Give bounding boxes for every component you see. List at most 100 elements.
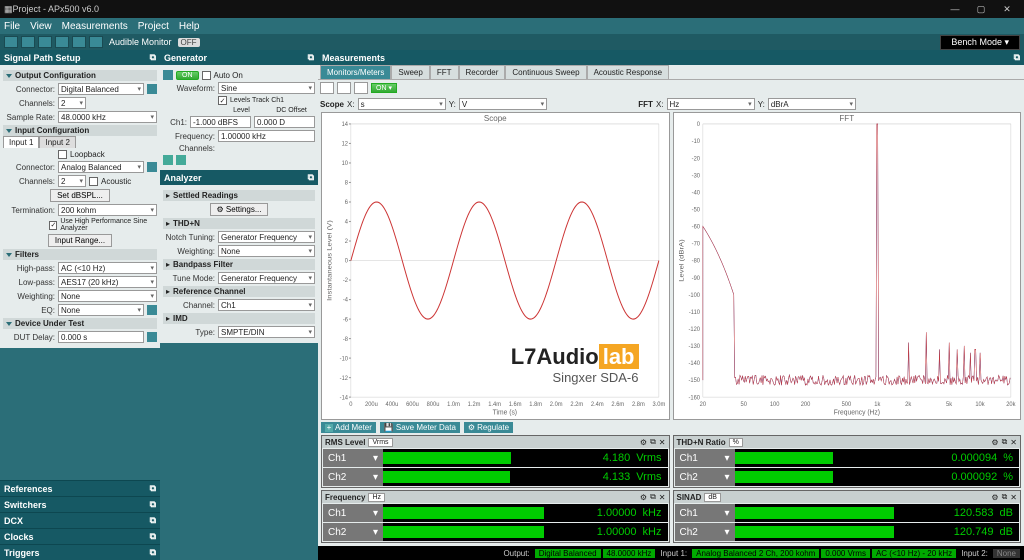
- maximize-button[interactable]: ▢: [968, 4, 994, 15]
- measure-icon[interactable]: [147, 332, 157, 342]
- references-panel[interactable]: References⧉: [0, 480, 160, 496]
- rms-unit-select[interactable]: Vrms: [368, 438, 392, 447]
- termination-select[interactable]: 200 kohm: [58, 204, 157, 216]
- minimize-button[interactable]: —: [942, 4, 968, 14]
- hp-sine-checkbox[interactable]: ✓: [49, 221, 57, 230]
- regulate-button[interactable]: ⚙Regulate: [464, 422, 513, 433]
- gear-icon[interactable]: [147, 84, 157, 94]
- weighting-select[interactable]: None: [58, 290, 157, 302]
- popout-icon[interactable]: ⧉: [308, 52, 314, 63]
- ch1-dc-input[interactable]: 0.000 D: [254, 116, 315, 128]
- auto-on-checkbox[interactable]: [202, 71, 211, 80]
- imd-header[interactable]: ▸IMD: [163, 313, 315, 324]
- ch1-level-input[interactable]: -1.000 dBFS: [190, 116, 251, 128]
- tool-icon[interactable]: [320, 82, 334, 94]
- filters-header[interactable]: Filters: [3, 249, 157, 260]
- scope-y-unit[interactable]: V: [459, 98, 547, 110]
- ch-enable-icon[interactable]: [163, 155, 173, 165]
- close-icon[interactable]: ✕: [1010, 438, 1017, 447]
- levels-track-checkbox[interactable]: ✓: [218, 96, 227, 105]
- frequency-input[interactable]: 1.00000 kHz: [218, 130, 315, 142]
- tab-acoustic[interactable]: Acoustic Response: [587, 65, 669, 79]
- channel-select[interactable]: Ch1: [218, 299, 315, 311]
- menu-project[interactable]: Project: [138, 21, 169, 32]
- gear-icon[interactable]: [147, 162, 157, 172]
- sinad-unit-select[interactable]: dB: [704, 493, 721, 502]
- freq-unit-select[interactable]: Hz: [368, 493, 385, 502]
- waveform-select[interactable]: Sine: [218, 82, 315, 94]
- tool-open-icon[interactable]: [21, 36, 35, 48]
- input-range-button[interactable]: Input Range...: [48, 234, 112, 247]
- gen-power-icon[interactable]: [163, 70, 173, 80]
- refch-header[interactable]: ▸Reference Channel: [163, 286, 315, 297]
- tool-icon[interactable]: [337, 82, 351, 94]
- tool-redo-icon[interactable]: [72, 36, 86, 48]
- gear-icon[interactable]: ⚙: [640, 493, 647, 502]
- popout-icon[interactable]: ⧉: [650, 492, 656, 502]
- menu-file[interactable]: File: [4, 21, 20, 32]
- output-channels-select[interactable]: 2: [58, 97, 86, 109]
- tab-fft[interactable]: FFT: [430, 65, 459, 79]
- tune-select[interactable]: Generator Frequency: [218, 272, 315, 284]
- lowpass-select[interactable]: AES17 (20 kHz): [58, 276, 157, 288]
- thdn-unit-select[interactable]: %: [729, 438, 743, 447]
- popout-icon[interactable]: ⧉: [1002, 437, 1008, 447]
- audible-monitor-toggle[interactable]: OFF: [178, 38, 200, 47]
- tab-recorder[interactable]: Recorder: [459, 65, 506, 79]
- run-button[interactable]: ON ▾: [371, 83, 397, 93]
- browse-icon[interactable]: [147, 305, 157, 315]
- generator-on-toggle[interactable]: ON: [176, 71, 199, 80]
- tab-contsweep[interactable]: Continuous Sweep: [505, 65, 586, 79]
- eq-select[interactable]: None: [58, 304, 144, 316]
- fft-y-unit[interactable]: dBrA: [768, 98, 856, 110]
- tab-input1[interactable]: Input 1: [3, 136, 39, 148]
- dut-delay-input[interactable]: 0.000 s: [58, 331, 144, 343]
- highpass-select[interactable]: AC (<10 Hz): [58, 262, 157, 274]
- dut-header[interactable]: Device Under Test: [3, 318, 157, 329]
- triggers-panel[interactable]: Triggers⧉: [0, 544, 160, 560]
- fft-x-unit[interactable]: Hz: [667, 98, 755, 110]
- imd-type-select[interactable]: SMPTE/DIN: [218, 326, 315, 338]
- notch-select[interactable]: Generator Frequency: [218, 231, 315, 243]
- tool-icon[interactable]: [354, 82, 368, 94]
- tab-monitors[interactable]: Monitors/Meters: [320, 65, 391, 79]
- settled-header[interactable]: ▸Settled Readings: [163, 190, 315, 201]
- tab-sweep[interactable]: Sweep: [391, 65, 429, 79]
- switchers-panel[interactable]: Switchers⧉: [0, 496, 160, 512]
- clocks-panel[interactable]: Clocks⧉: [0, 528, 160, 544]
- popout-icon[interactable]: ⧉: [1014, 52, 1020, 63]
- thdn-header[interactable]: ▸THD+N: [163, 218, 315, 229]
- scope-graph[interactable]: Scope -14-12-10-8-6-4-202468101214 0200u…: [321, 112, 670, 420]
- output-connector-select[interactable]: Digital Balanced: [58, 83, 144, 95]
- settings-button[interactable]: ⚙ Settings...: [210, 203, 269, 216]
- popout-icon[interactable]: ⧉: [308, 172, 314, 183]
- menu-help[interactable]: Help: [179, 21, 200, 32]
- input-connector-select[interactable]: Analog Balanced: [58, 161, 144, 173]
- tool-speaker-icon[interactable]: [89, 36, 103, 48]
- acoustic-checkbox[interactable]: [89, 177, 98, 186]
- tab-input2[interactable]: Input 2: [39, 136, 75, 148]
- close-icon[interactable]: ✕: [659, 438, 666, 447]
- menu-view[interactable]: View: [30, 21, 52, 32]
- tool-new-icon[interactable]: [4, 36, 18, 48]
- fft-graph[interactable]: FFT 0-10-20-30-40-50-60-70-80-90-100-110…: [673, 112, 1022, 420]
- bandpass-header[interactable]: ▸Bandpass Filter: [163, 259, 315, 270]
- gear-icon[interactable]: ⚙: [991, 493, 998, 502]
- ch-enable-icon[interactable]: [176, 155, 186, 165]
- popout-icon[interactable]: ⧉: [150, 52, 156, 63]
- gear-icon[interactable]: ⚙: [991, 438, 998, 447]
- close-icon[interactable]: ✕: [1010, 493, 1017, 502]
- add-meter-button[interactable]: +Add Meter: [321, 422, 376, 433]
- sample-rate-select[interactable]: 48.0000 kHz: [58, 111, 157, 123]
- an-weighting-select[interactable]: None: [218, 245, 315, 257]
- loopback-checkbox[interactable]: [58, 150, 67, 159]
- set-dbspl-button[interactable]: Set dBSPL...: [50, 189, 110, 202]
- dcx-panel[interactable]: DCX⧉: [0, 512, 160, 528]
- close-button[interactable]: ✕: [994, 4, 1020, 15]
- popout-icon[interactable]: ⧉: [1002, 492, 1008, 502]
- tool-save-icon[interactable]: [38, 36, 52, 48]
- input-channels-select[interactable]: 2: [58, 175, 86, 187]
- input-config-header[interactable]: Input Configuration: [3, 125, 157, 136]
- menu-measurements[interactable]: Measurements: [62, 21, 128, 32]
- popout-icon[interactable]: ⧉: [650, 437, 656, 447]
